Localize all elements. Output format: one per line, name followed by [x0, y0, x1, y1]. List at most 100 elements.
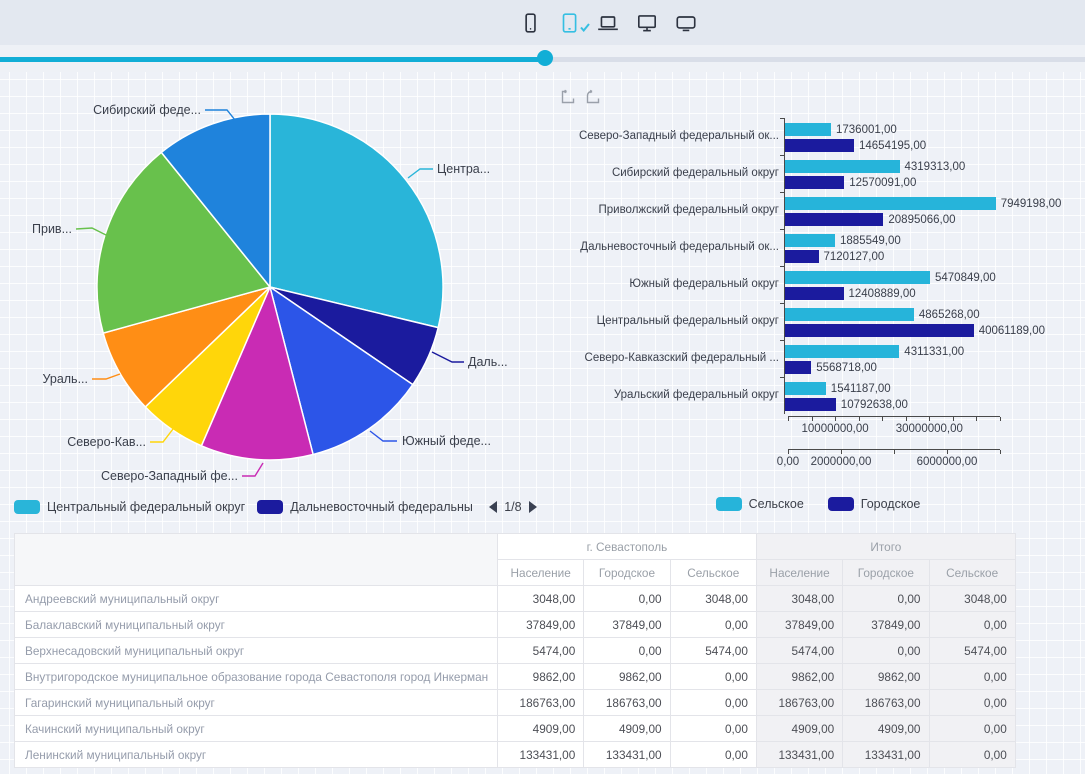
- bar-category-row: Дальневосточный федеральный ок... 188554…: [548, 229, 1000, 266]
- value-cell: 9862,00: [498, 664, 584, 690]
- drill-up-icon[interactable]: [560, 89, 576, 108]
- rural-value-label: 7949198,00: [1001, 198, 1062, 210]
- axis-tick-label: 30000000,00: [896, 423, 963, 435]
- bar-category-label: Северо-Кавказский федеральный ...: [548, 340, 784, 377]
- bar-chart: Северо-Западный федеральный ок... 173600…: [548, 85, 1085, 525]
- value-cell: 0,00: [929, 742, 1015, 768]
- device-buttons: [517, 10, 699, 36]
- value-cell: 3048,00: [929, 586, 1015, 612]
- value-cell: 186763,00: [498, 690, 584, 716]
- slider-knob[interactable]: [537, 50, 553, 66]
- value-cell: 0,00: [584, 586, 670, 612]
- bar-legend: Сельское Городское: [648, 497, 1000, 511]
- pie-legend-item[interactable]: Центральный федеральный округ: [14, 500, 245, 514]
- phone-icon[interactable]: [517, 10, 543, 36]
- urban-bar[interactable]: [785, 176, 844, 189]
- rural-value-label: 4319313,00: [905, 161, 966, 173]
- rural-bar[interactable]: [785, 123, 831, 136]
- value-cell: 0,00: [843, 638, 929, 664]
- bar-category-row: Северо-Западный федеральный ок... 173600…: [548, 118, 1000, 155]
- value-cell: 0,00: [929, 690, 1015, 716]
- dashboard-canvas: Центра...Даль...Южный феде...Северо-Запа…: [0, 72, 1085, 774]
- pager-label: 1/8: [504, 500, 521, 514]
- rural-bar[interactable]: [785, 345, 899, 358]
- pie-slice-label: Северо-Кав...: [67, 435, 146, 449]
- tablet-icon[interactable]: [556, 10, 582, 36]
- legend-label: Центральный федеральный округ: [47, 500, 245, 514]
- table-row[interactable]: Качинский муниципальный округ4909,004909…: [15, 716, 1016, 742]
- row-name-cell: Гагаринский муниципальный округ: [15, 690, 498, 716]
- value-cell: 186763,00: [756, 690, 842, 716]
- pie-slice-label: Даль...: [468, 355, 508, 369]
- rural-bar[interactable]: [785, 234, 835, 247]
- urban-bar[interactable]: [785, 324, 974, 337]
- legend-swatch: [257, 500, 283, 514]
- urban-bar[interactable]: [785, 250, 819, 263]
- pager-prev-icon[interactable]: [489, 501, 497, 513]
- tv-icon[interactable]: [673, 10, 699, 36]
- rural-bar[interactable]: [785, 382, 826, 395]
- rural-bar[interactable]: [785, 308, 914, 321]
- bar-category-label: Центральный федеральный округ: [548, 303, 784, 340]
- bar-category-row: Южный федеральный округ 5470849,00 12408…: [548, 266, 1000, 303]
- pie-slice-label: Прив...: [32, 222, 72, 236]
- pie-callout-line: [242, 463, 263, 476]
- pie-chart: Центра...Даль...Южный феде...Северо-Запа…: [0, 85, 560, 515]
- value-cell: 0,00: [670, 612, 756, 638]
- pie-callout-line: [92, 374, 120, 379]
- table-column-header: Население: [756, 560, 842, 586]
- table-row[interactable]: Балаклавский муниципальный округ37849,00…: [15, 612, 1016, 638]
- table-row[interactable]: Ленинский муниципальный округ133431,0013…: [15, 742, 1016, 768]
- urban-bar[interactable]: [785, 213, 883, 226]
- table-group-header: Итого: [756, 534, 1015, 560]
- table-row[interactable]: Верхнесадовский муниципальный округ5474,…: [15, 638, 1016, 664]
- bar-legend-item[interactable]: Сельское: [716, 497, 804, 511]
- pie-legend-item[interactable]: Дальневосточный федеральный округ: [257, 500, 473, 514]
- pie-slice-label: Ураль...: [42, 372, 88, 386]
- pager-next-icon[interactable]: [529, 501, 537, 513]
- pie-slice-label: Сибирский феде...: [93, 103, 201, 117]
- pie-callout-line: [150, 429, 173, 442]
- urban-bar[interactable]: [785, 398, 836, 411]
- dashboard-app: Центра...Даль...Южный феде...Северо-Запа…: [0, 0, 1085, 774]
- bar-category-label: Северо-Западный федеральный ок...: [548, 118, 784, 155]
- legend-label: Сельское: [749, 497, 804, 511]
- bar-category-label: Дальневосточный федеральный ок...: [548, 229, 784, 266]
- row-name-cell: Балаклавский муниципальный округ: [15, 612, 498, 638]
- rural-value-label: 1736001,00: [836, 124, 897, 136]
- data-table: г. СевастопольИтогоНаселениеГородскоеСел…: [14, 533, 1016, 768]
- urban-value-label: 14654195,00: [859, 140, 926, 152]
- pie-legend: Центральный федеральный округ Дальневосто…: [14, 497, 537, 517]
- value-cell: 133431,00: [756, 742, 842, 768]
- bar-category-row: Сибирский федеральный округ 4319313,00 1…: [548, 155, 1000, 192]
- rural-bar[interactable]: [785, 160, 900, 173]
- monitor-icon[interactable]: [634, 10, 660, 36]
- value-cell: 3048,00: [756, 586, 842, 612]
- value-cell: 186763,00: [843, 690, 929, 716]
- bar-pair: 4319313,00 12570091,00: [784, 155, 996, 192]
- urban-bar[interactable]: [785, 139, 854, 152]
- bar-category-label: Уральский федеральный округ: [548, 377, 784, 414]
- table-row[interactable]: Андреевский муниципальный округ3048,000,…: [15, 586, 1016, 612]
- table-row[interactable]: Внутригородское муниципальное образовани…: [15, 664, 1016, 690]
- axis-tick-label: 0,00: [777, 456, 799, 468]
- bar-category-label: Приволжский федеральный округ: [548, 192, 784, 229]
- urban-value-label: 40061189,00: [979, 325, 1045, 337]
- table-column-header: Городское: [584, 560, 670, 586]
- urban-value-label: 10792638,00: [841, 399, 908, 411]
- rural-bar[interactable]: [785, 197, 996, 210]
- rural-bar[interactable]: [785, 271, 930, 284]
- legend-pager: 1/8: [489, 500, 536, 514]
- laptop-icon[interactable]: [595, 10, 621, 36]
- pie-callout-line: [370, 431, 397, 441]
- axis-tick-label: 6000000,00: [917, 456, 978, 468]
- value-cell: 4909,00: [843, 716, 929, 742]
- table-row[interactable]: Гагаринский муниципальный округ186763,00…: [15, 690, 1016, 716]
- urban-bar[interactable]: [785, 287, 844, 300]
- value-cell: 37849,00: [498, 612, 584, 638]
- urban-bar[interactable]: [785, 361, 811, 374]
- bar-legend-item[interactable]: Городское: [828, 497, 921, 511]
- drill-back-icon[interactable]: [585, 89, 601, 108]
- urban-value-label: 5568718,00: [816, 362, 877, 374]
- legend-label: Городское: [861, 497, 921, 511]
